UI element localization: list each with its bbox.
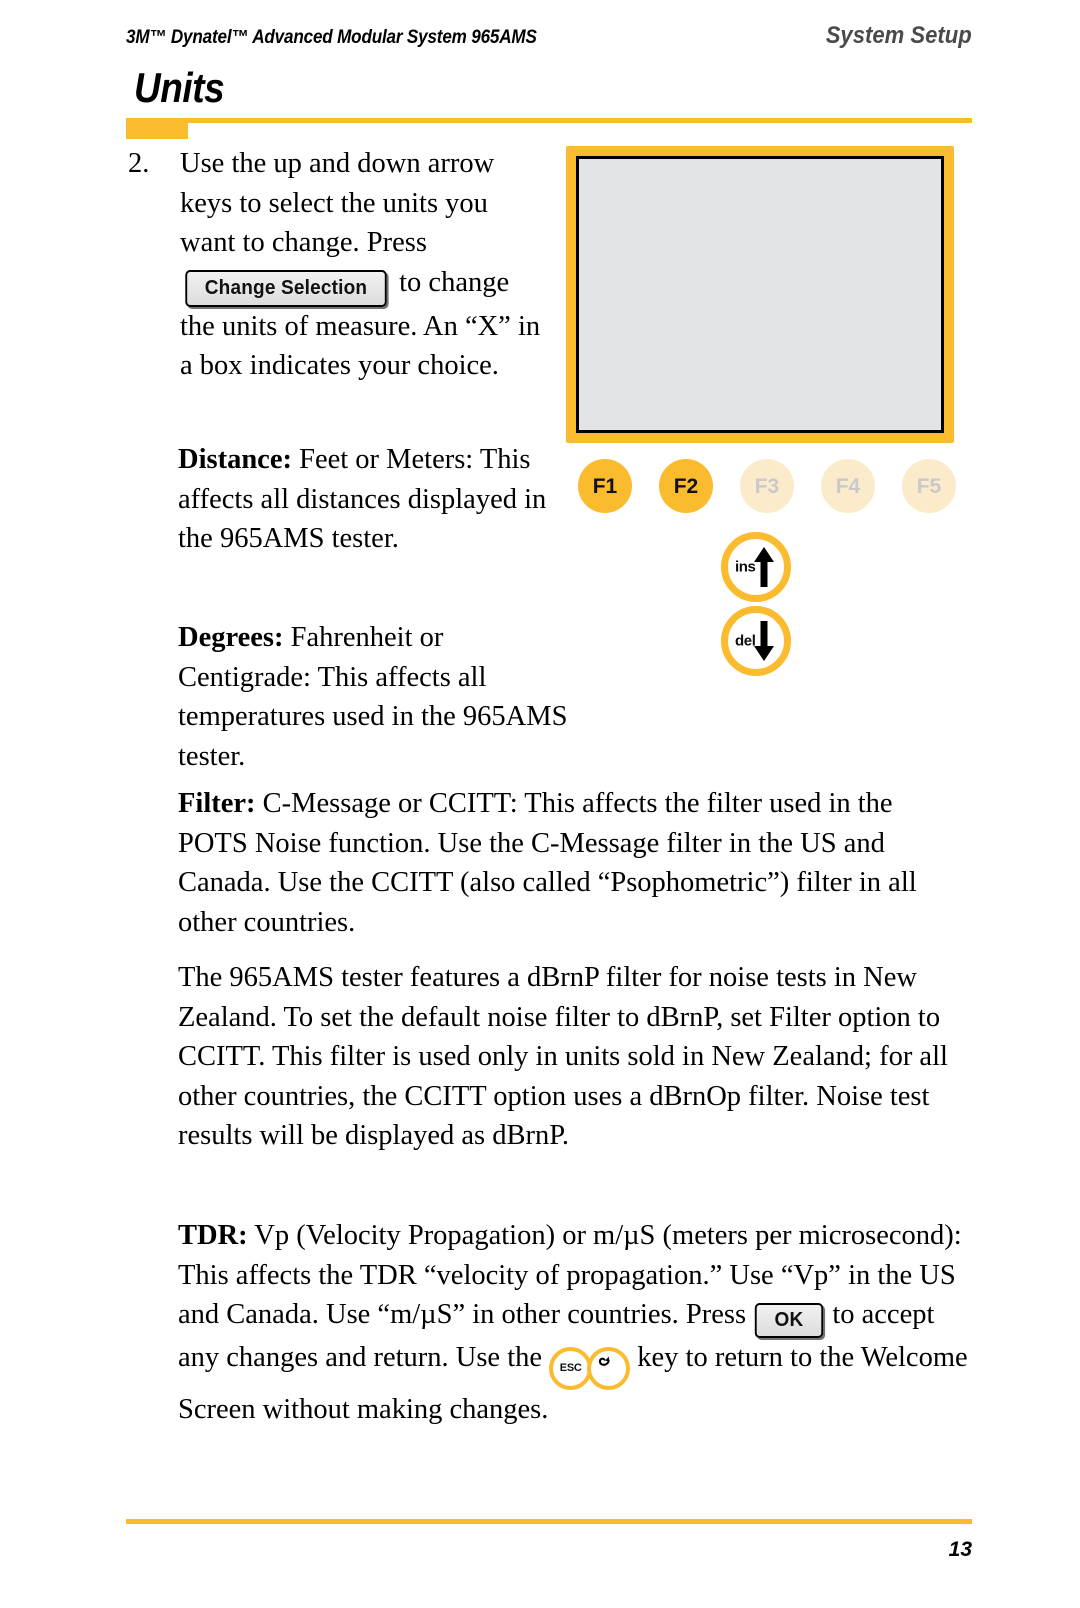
paragraph-distance-lead: Distance: <box>178 444 292 475</box>
paragraph-filter: Filter: C-Message or CCITT: This affects… <box>178 784 968 942</box>
page-number: 13 <box>948 1538 972 1561</box>
esc-key-label: ESC <box>559 1361 582 1374</box>
page-title: Units <box>134 64 225 111</box>
function-key-row: F1 F2 F3 F4 F5 <box>578 459 956 513</box>
paragraph-filter-lead: Filter: <box>178 788 256 819</box>
device-illustration: F1 F2 F3 F4 F5 ins del <box>566 146 968 676</box>
function-key-f1[interactable]: F1 <box>578 459 632 513</box>
function-key-f3[interactable]: F3 <box>740 459 794 513</box>
step-text-before: Use the up and down arrow keys to select… <box>180 148 495 258</box>
down-arrow-key[interactable]: del <box>721 606 791 676</box>
arrow-down-icon <box>754 621 774 661</box>
up-arrow-key[interactable]: ins <box>721 532 791 602</box>
change-selection-button[interactable]: Change Selection <box>185 269 387 307</box>
step-number: 2. <box>128 148 150 179</box>
paragraph-degrees: Degrees: Fahrenheit or Centigrade: This … <box>178 618 568 776</box>
arrow-key-group: ins del <box>721 532 807 680</box>
title-rule <box>126 118 972 123</box>
manual-page: 3M™ Dynatel™ Advanced Modular System 965… <box>0 0 1080 1608</box>
title-accent-block <box>126 118 188 139</box>
device-screen-display <box>576 156 944 433</box>
device-screen-bezel <box>566 146 954 443</box>
paragraph-distance: Distance: Feet or Meters: This affects a… <box>178 440 568 559</box>
return-arrow-icon[interactable] <box>587 1346 631 1390</box>
paragraph-degrees-lead: Degrees: <box>178 622 284 653</box>
product-line-label: 3M™ Dynatel™ Advanced Modular System 965… <box>126 27 537 48</box>
step-item: 2. Use the up and down arrow keys to sel… <box>126 144 546 386</box>
running-header: 3M™ Dynatel™ Advanced Modular System 965… <box>126 22 972 52</box>
footer-rule <box>126 1519 972 1524</box>
function-key-f2[interactable]: F2 <box>659 459 713 513</box>
section-label: System Setup <box>825 22 972 49</box>
paragraph-tdr-lead: TDR: <box>178 1220 248 1251</box>
ok-button[interactable]: OK <box>755 1303 824 1338</box>
function-key-f5[interactable]: F5 <box>902 459 956 513</box>
arrow-up-icon <box>754 547 774 587</box>
function-key-f4[interactable]: F4 <box>821 459 875 513</box>
esc-key-icon[interactable]: ESC <box>549 1346 593 1390</box>
paragraph-dbrnp-body: The 965AMS tester features a dBrnP filte… <box>178 962 948 1151</box>
esc-key-pair[interactable]: ESC <box>549 1346 631 1390</box>
paragraph-filter-body: C-Message or CCITT: This affects the fil… <box>178 788 917 938</box>
paragraph-tdr: TDR: Vp (Velocity Propagation) or m/µS (… <box>178 1216 968 1429</box>
step-text: Use the up and down arrow keys to select… <box>180 144 546 386</box>
paragraph-dbrnp: The 965AMS tester features a dBrnP filte… <box>178 958 968 1156</box>
